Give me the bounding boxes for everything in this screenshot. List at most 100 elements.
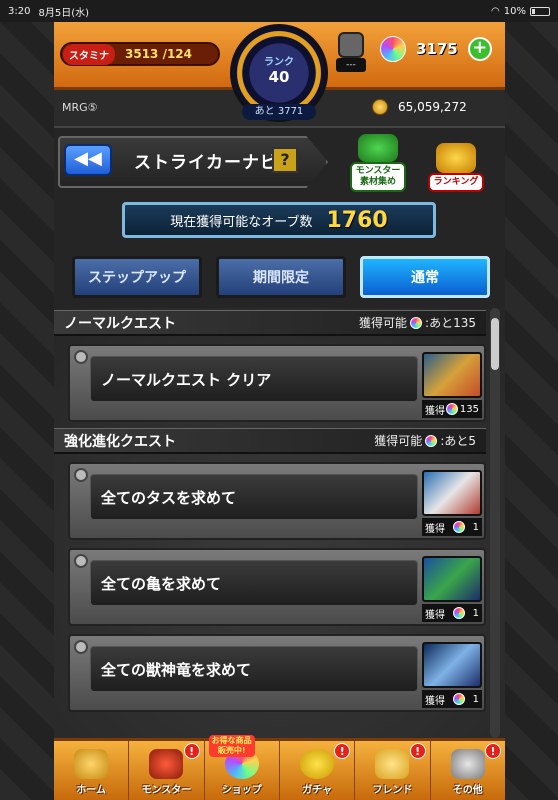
notification-badge: ! <box>484 743 501 759</box>
gear-icon[interactable] <box>338 32 364 58</box>
battery-text: 10% <box>503 5 526 17</box>
buy-orbs-button[interactable]: + <box>467 37 492 61</box>
quest-reward: 獲得 1 <box>422 604 482 622</box>
quest-item[interactable]: 全てのタスを求めて 獲得 1 <box>68 462 486 540</box>
reward-label: 獲得 <box>425 695 445 707</box>
quest-reward: 獲得 1 <box>422 518 482 536</box>
gold-counter: 65,059,272 <box>372 99 467 115</box>
quest-pin-icon <box>74 468 88 482</box>
ranking-button[interactable]: ランキング <box>424 134 488 192</box>
orb-counter: 3175 + <box>380 36 492 62</box>
tab-normal[interactable]: 通常 <box>360 256 490 298</box>
quest-name: 全てのタスを求めて <box>90 474 418 520</box>
reward-value: 1 <box>472 607 479 619</box>
available-suffix: :あと5 <box>440 434 476 448</box>
nav-label: ショップ <box>221 785 262 796</box>
orb-icon <box>446 403 459 415</box>
scrollbar-thumb[interactable] <box>491 318 499 370</box>
orb-icon <box>452 607 465 619</box>
game-view: スタミナ 3513 /124 --- 3175 + ランク 40 あと 3771… <box>54 22 505 800</box>
status-date: 8月5日(水) <box>38 7 89 19</box>
reward-value: 1 <box>472 693 479 705</box>
nav-friend[interactable]: ! フレンド <box>355 741 431 800</box>
nav-label: その他 <box>452 785 483 796</box>
available-orbs-label: 現在獲得可能なオーブ数 <box>170 214 313 230</box>
other-icon <box>450 749 485 779</box>
clover-icon <box>358 134 398 162</box>
nav-gacha[interactable]: ! ガチャ <box>280 741 356 800</box>
section-title: ノーマルクエスト <box>64 315 176 332</box>
stamina-value: 3513 /124 <box>125 47 193 61</box>
quest-thumbnail <box>422 642 482 688</box>
section-title: 強化進化クエスト <box>64 433 176 450</box>
quest-reward: 獲得 1 <box>422 690 482 708</box>
quest-pin-icon <box>74 640 88 654</box>
coin-icon <box>372 99 388 115</box>
gear-value: --- <box>336 58 366 72</box>
ranking-label: ランキング <box>427 173 485 192</box>
quest-item[interactable]: 全ての獣神竜を求めて 獲得 1 <box>68 634 486 712</box>
available-orbs-banner: 現在獲得可能なオーブ数 1760 <box>122 202 436 238</box>
nav-shop[interactable]: お得な商品 販売中! ショップ <box>205 735 280 800</box>
quest-reward: 獲得 135 <box>422 400 482 418</box>
available-suffix: :あと135 <box>425 316 476 330</box>
quest-thumbnail <box>422 352 482 398</box>
stamina-gauge[interactable]: スタミナ 3513 /124 <box>60 42 220 66</box>
back-button[interactable]: ◀◀ <box>64 144 112 176</box>
nav-label: フレンド <box>372 785 413 796</box>
notification-badge: ! <box>334 743 351 759</box>
stamina-label: スタミナ <box>63 43 115 65</box>
player-name: MRG⑤ <box>62 101 98 114</box>
reward-value: 135 <box>459 403 479 415</box>
page-header: ◀◀ ストライカーナビ ? モンスター 素材集め ランキング <box>54 134 505 196</box>
page-title: ストライカーナビ <box>134 153 278 173</box>
crown-icon <box>436 143 476 173</box>
tab-bar: ステップアップ 期間限定 通常 <box>72 256 490 298</box>
quest-item[interactable]: ノーマルクエスト クリア 獲得 135 <box>68 344 486 422</box>
reward-label: 獲得 <box>425 523 445 535</box>
quest-name: ノーマルクエスト クリア <box>90 356 418 402</box>
help-button[interactable]: ? <box>272 147 298 173</box>
status-time: 3:20 <box>8 5 31 17</box>
quest-item[interactable]: 全ての亀を求めて 獲得 1 <box>68 548 486 626</box>
list-scrollbar[interactable] <box>490 308 500 738</box>
nav-monster[interactable]: ! モンスター <box>129 741 205 800</box>
notification-badge: ! <box>183 743 200 759</box>
orb-icon <box>452 693 465 705</box>
status-bar: 3:20 8月5日(水) ◠ 10% <box>0 0 558 22</box>
orb-icon <box>380 36 406 62</box>
quest-list[interactable]: ノーマルクエスト 獲得可能 :あと135 ノーマルクエスト クリア 獲得 135 <box>54 308 505 738</box>
section-available: 獲得可能 :あと135 <box>359 314 476 331</box>
quest-name: 全ての亀を求めて <box>90 560 418 606</box>
home-icon <box>74 749 109 779</box>
reward-label: 獲得 <box>425 405 445 417</box>
gold-value: 65,059,272 <box>398 100 467 114</box>
rank-label: ランク <box>264 56 294 68</box>
orb-icon <box>452 521 465 533</box>
tab-step-up[interactable]: ステップアップ <box>72 256 202 298</box>
rank-value: 40 <box>268 67 290 86</box>
section-available: 獲得可能 :あと5 <box>374 432 476 449</box>
nav-home[interactable]: ホーム <box>54 741 130 800</box>
orb-icon <box>425 434 438 447</box>
nav-label: モンスター <box>141 785 192 796</box>
tab-limited[interactable]: 期間限定 <box>216 256 346 298</box>
available-prefix: 獲得可能 <box>374 434 423 448</box>
friend-icon <box>375 749 410 779</box>
orb-icon <box>410 316 423 329</box>
available-prefix: 獲得可能 <box>359 316 408 330</box>
monster-material-button[interactable]: モンスター 素材集め <box>346 134 410 192</box>
screen: 3:20 8月5日(水) ◠ 10% スタミナ 3513 /124 --- 31… <box>0 0 558 800</box>
nav-label: ガチャ <box>302 785 333 796</box>
quest-pin-icon <box>74 350 88 364</box>
quest-pin-icon <box>74 554 88 568</box>
reward-label: 獲得 <box>425 609 445 621</box>
nav-other[interactable]: ! その他 <box>431 741 505 800</box>
quest-thumbnail <box>422 470 482 516</box>
quest-name: 全ての獣神竜を求めて <box>90 646 418 692</box>
shop-promo-badge: お得な商品 販売中! <box>208 735 255 757</box>
orb-count: 3175 <box>416 40 458 58</box>
section-header-evolution: 強化進化クエスト 獲得可能 :あと5 <box>54 428 486 454</box>
status-right: ◠ 10% <box>491 6 550 17</box>
exp-remaining: あと 3771 <box>242 104 316 120</box>
